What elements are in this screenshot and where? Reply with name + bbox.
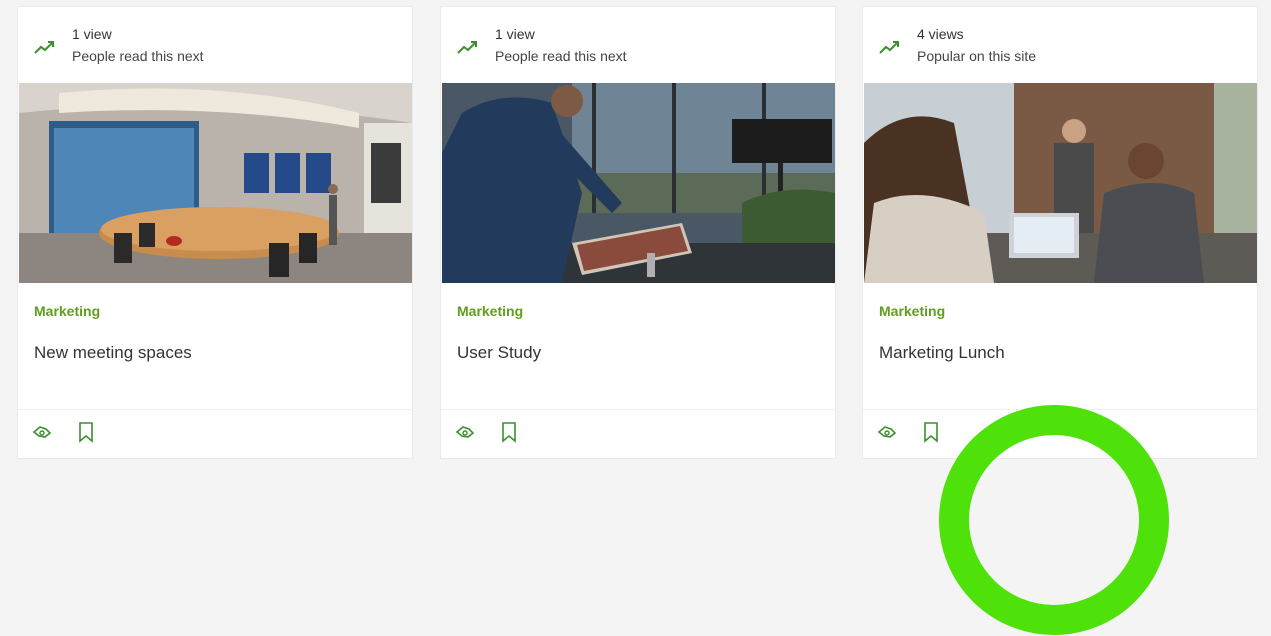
recommendation-reason: Popular on this site: [917, 48, 1037, 64]
view-count: 1 view: [72, 26, 112, 42]
bookmark-icon[interactable]: [921, 421, 941, 443]
divider: [441, 409, 835, 410]
recommendation-reason: People read this next: [495, 48, 627, 64]
news-card[interactable]: 1 view People read this next: [440, 6, 836, 459]
news-card[interactable]: 1 view People read this next: [17, 6, 413, 459]
card-meta: 1 view People read this next: [457, 25, 817, 69]
bookmark-icon[interactable]: [499, 421, 519, 443]
view-count: 1 view: [495, 26, 535, 42]
like-icon[interactable]: [877, 421, 897, 443]
divider: [863, 409, 1257, 410]
man-using-surface-studio-photo[interactable]: [442, 83, 835, 283]
view-count: 4 views: [917, 26, 964, 42]
news-card-list: 1 view People read this next Marketing N…: [0, 0, 1271, 459]
news-card[interactable]: 4 views Popular on this site Marketing M: [862, 6, 1258, 459]
trending-up-icon: [879, 41, 899, 54]
card-meta: 1 view People read this next: [34, 25, 394, 69]
like-icon[interactable]: [32, 421, 52, 443]
trending-up-icon: [34, 41, 54, 54]
business-meeting-photo[interactable]: [864, 83, 1257, 283]
card-title[interactable]: New meeting spaces: [34, 343, 192, 363]
category-label[interactable]: Marketing: [34, 303, 100, 319]
conference-room-photo[interactable]: [19, 83, 412, 283]
bookmark-icon[interactable]: [76, 421, 96, 443]
category-label[interactable]: Marketing: [457, 303, 523, 319]
divider: [18, 409, 412, 410]
like-icon[interactable]: [455, 421, 475, 443]
card-title[interactable]: User Study: [457, 343, 541, 363]
card-title[interactable]: Marketing Lunch: [879, 343, 1005, 363]
trending-up-icon: [457, 41, 477, 54]
card-meta: 4 views Popular on this site: [879, 25, 1239, 69]
category-label[interactable]: Marketing: [879, 303, 945, 319]
recommendation-reason: People read this next: [72, 48, 204, 64]
